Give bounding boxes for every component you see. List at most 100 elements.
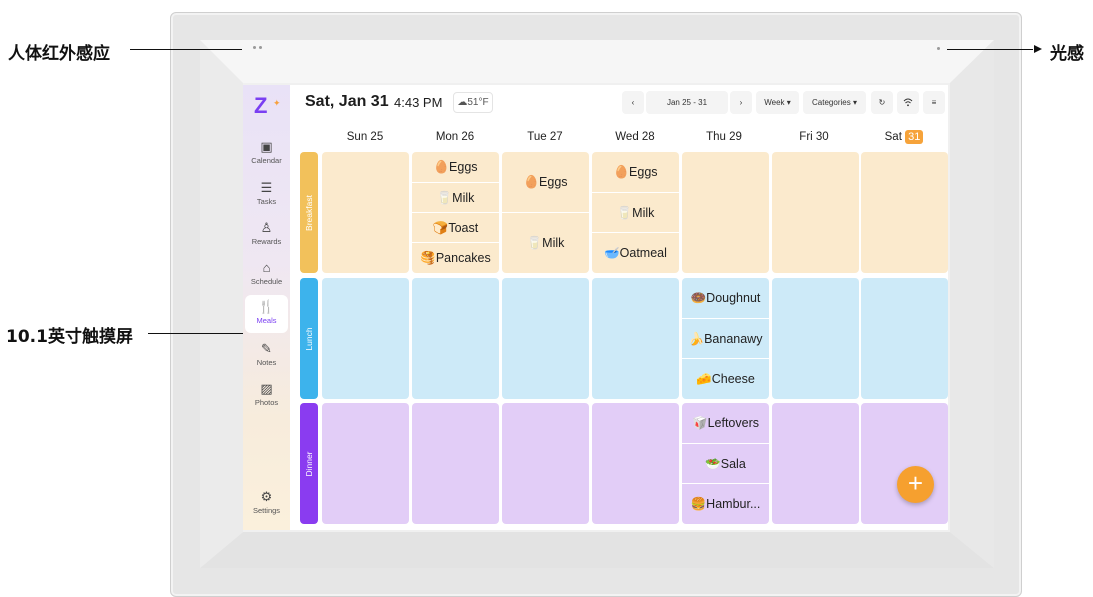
day-header-wed: Wed 28 (615, 131, 655, 143)
meal-cell-dinner-sun[interactable] (322, 403, 409, 524)
meal-item[interactable]: 🥛Milk (592, 192, 679, 232)
meal-cell-lunch-thu[interactable]: 🍩Doughnut 🍌Bananawy 🧀Cheese (682, 278, 769, 399)
screen: Z ✦ ▣ Calendar ☰ Tasks ♙ Rewards ⌂ Schedu… (243, 85, 948, 530)
meal-item[interactable]: 🥛Milk (412, 182, 499, 212)
callout-line-screen (148, 333, 243, 334)
settings-icon: ⚙ (260, 489, 273, 504)
meal-item[interactable]: 🥡Leftovers (682, 403, 769, 443)
refresh-icon: ↻ (878, 98, 886, 107)
meal-item[interactable]: 🍌Bananawy (682, 318, 769, 358)
meal-item[interactable]: 🍞Toast (412, 212, 499, 242)
meal-label-lunch: Lunch (300, 278, 318, 399)
sidebar-item-notes[interactable]: ✎ Notes (245, 337, 288, 375)
meal-item[interactable]: 🥛Milk (502, 212, 589, 273)
photos-icon: ▨ (260, 381, 273, 396)
meal-cell-breakfast-mon[interactable]: 🥚Eggs 🥛Milk 🍞Toast 🥞Pancakes (412, 152, 499, 273)
callout-light-sensor: 光感 (1050, 44, 1084, 64)
sidebar-item-tasks[interactable]: ☰ Tasks (245, 176, 288, 214)
prev-week-button[interactable]: ‹ (622, 91, 644, 114)
meal-cell-dinner-mon[interactable] (412, 403, 499, 524)
meal-cell-lunch-fri[interactable] (772, 278, 859, 399)
meal-item[interactable]: 🧀Cheese (682, 358, 769, 399)
app-logo: Z ✦ (254, 93, 281, 118)
calendar-icon: ▣ (260, 139, 273, 154)
meal-item[interactable]: 🥚Eggs (412, 152, 499, 182)
meal-cell-lunch-wed[interactable] (592, 278, 679, 399)
sidebar-item-label: Meals (256, 316, 277, 325)
meal-item[interactable]: 🥞Pancakes (412, 242, 499, 273)
callout-line-light (947, 49, 1033, 50)
day-header-mon: Mon 26 (435, 131, 475, 143)
sidebar: Z ✦ ▣ Calendar ☰ Tasks ♙ Rewards ⌂ Schedu… (243, 85, 290, 530)
meal-cell-lunch-mon[interactable] (412, 278, 499, 399)
day-header-thu: Thu 29 (706, 131, 742, 143)
sidebar-item-label: Rewards (251, 237, 282, 246)
sidebar-item-label: Tasks (256, 197, 277, 206)
refresh-button[interactable]: ↻ (871, 91, 893, 114)
sidebar-item-meals[interactable]: 🍴 Meals (245, 295, 288, 333)
date-range-button[interactable]: Jan 25 - 31 (646, 91, 728, 114)
sidebar-item-label: Settings (252, 506, 281, 515)
sidebar-item-calendar[interactable]: ▣ Calendar (245, 135, 288, 173)
day-header-sun: Sun 25 (346, 131, 384, 143)
sidebar-item-schedule[interactable]: ⌂ Schedule (245, 256, 288, 294)
meal-cell-breakfast-thu[interactable] (682, 152, 769, 273)
meal-item[interactable]: 🥚Eggs (592, 152, 679, 192)
meal-label-dinner: Dinner (300, 403, 318, 524)
product-diagram: Z ✦ ▣ Calendar ☰ Tasks ♙ Rewards ⌂ Schedu… (0, 0, 1093, 597)
day-header-fri: Fri 30 (799, 131, 829, 143)
day-header-tue: Tue 27 (527, 131, 563, 143)
meal-item[interactable]: 🍩Doughnut (682, 278, 769, 318)
sidebar-item-label: Schedule (250, 277, 283, 286)
meal-label-text: Lunch (304, 326, 314, 351)
wifi-button[interactable] (897, 91, 919, 114)
sliders-icon: ≡ (931, 98, 937, 107)
meal-cell-breakfast-wed[interactable]: 🥚Eggs 🥛Milk 🥣Oatmeal (592, 152, 679, 273)
meal-cell-dinner-fri[interactable] (772, 403, 859, 524)
sidebar-item-photos[interactable]: ▨ Photos (245, 377, 288, 415)
meal-cell-dinner-wed[interactable] (592, 403, 679, 524)
meal-cell-lunch-sun[interactable] (322, 278, 409, 399)
categories-select[interactable]: Categories ▾ (803, 91, 866, 114)
sidebar-item-label: Calendar (251, 156, 282, 165)
meal-cell-breakfast-tue[interactable]: 🥚Eggs 🥛Milk (502, 152, 589, 273)
day-header-sat: Sat 31 (860, 126, 948, 148)
wifi-icon (903, 98, 913, 107)
chevron-right-icon: › (739, 98, 743, 107)
meal-item[interactable]: 🥚Eggs (502, 152, 589, 212)
ir-sensor-dot (253, 46, 256, 49)
today-badge: 31 (905, 130, 924, 144)
meal-cell-dinner-tue[interactable] (502, 403, 589, 524)
meal-item[interactable]: 🍔Hambur... (682, 483, 769, 524)
meal-cell-breakfast-fri[interactable] (772, 152, 859, 273)
meal-item[interactable]: 🥣Oatmeal (592, 232, 679, 273)
sidebar-item-label: Photos (254, 398, 279, 407)
meal-label-breakfast: Breakfast (300, 152, 318, 273)
meal-item[interactable]: 🥗Sala (682, 443, 769, 483)
ir-sensor-dot-2 (259, 46, 262, 49)
filter-settings-button[interactable]: ≡ (923, 91, 945, 114)
tasks-icon: ☰ (260, 180, 273, 195)
light-sensor-dot (937, 47, 940, 50)
callout-line-ir (130, 49, 242, 50)
meal-cell-breakfast-sun[interactable] (322, 152, 409, 273)
meal-cell-lunch-tue[interactable] (502, 278, 589, 399)
meals-icon: 🍴 (258, 299, 275, 314)
meal-cell-dinner-sat[interactable] (861, 403, 948, 524)
callout-arrow-light (1034, 45, 1042, 53)
current-time: 4:43 PM (394, 95, 443, 110)
meal-cell-dinner-thu[interactable]: 🥡Leftovers 🥗Sala 🍔Hambur... (682, 403, 769, 524)
sidebar-item-label: Notes (256, 358, 277, 367)
chevron-left-icon: ‹ (631, 98, 635, 107)
next-week-button[interactable]: › (730, 91, 752, 114)
weather-badge[interactable]: ☁51°F (453, 92, 493, 113)
sidebar-item-settings[interactable]: ⚙ Settings (245, 485, 288, 523)
sidebar-item-rewards[interactable]: ♙ Rewards (245, 216, 288, 254)
meal-cell-lunch-sat[interactable] (861, 278, 948, 399)
add-meal-button[interactable]: + (897, 466, 934, 503)
meal-cell-breakfast-sat[interactable] (861, 152, 948, 273)
meal-label-text: Breakfast (304, 194, 314, 231)
view-select[interactable]: Week ▾ (756, 91, 799, 114)
rewards-icon: ♙ (260, 220, 273, 235)
callout-screen-size: 10.1英寸触摸屏 (6, 327, 133, 347)
